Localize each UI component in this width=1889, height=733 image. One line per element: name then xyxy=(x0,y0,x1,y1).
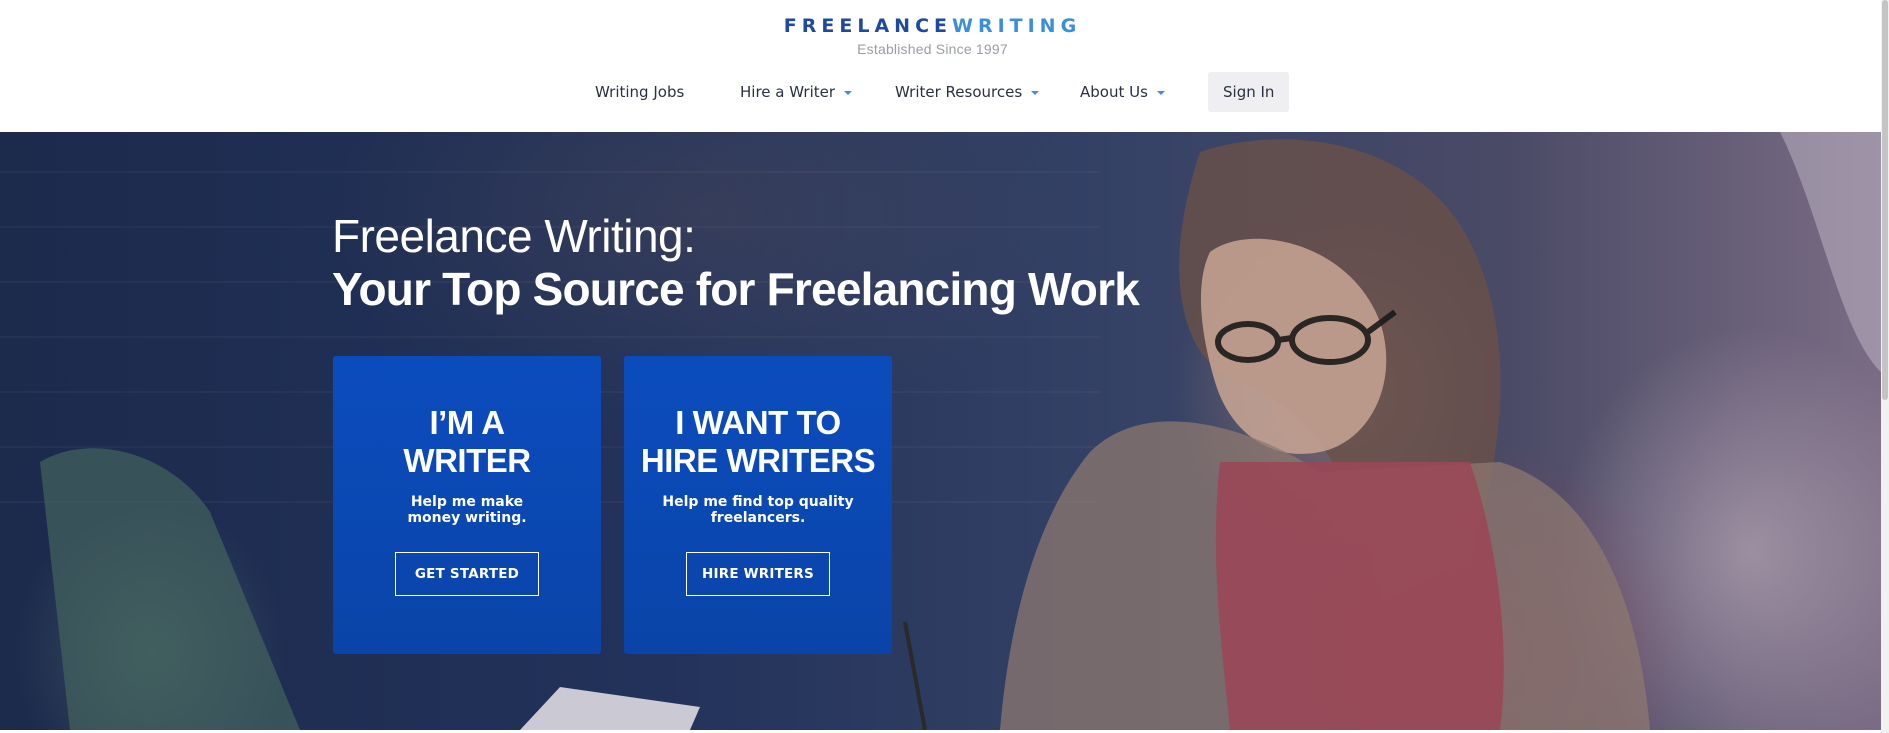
writer-card-subtitle-line2: money writing. xyxy=(407,510,527,526)
page-scrollbar[interactable] xyxy=(1881,0,1889,733)
writer-card[interactable]: I’M A WRITER Help me make money writing.… xyxy=(333,356,601,654)
nav-item-label: Hire a Writer xyxy=(740,83,836,101)
writer-card-title: I’M A WRITER xyxy=(333,404,601,480)
get-started-button[interactable]: GET STARTED xyxy=(395,552,539,596)
logo-wordmark[interactable]: FREELANCEWRITING xyxy=(0,14,1865,38)
scrollbar-thumb[interactable] xyxy=(1882,0,1888,400)
nav-item-label: Writing Jobs xyxy=(595,83,685,101)
site-header: FREELANCEWRITING Established Since 1997 … xyxy=(0,0,1889,132)
nav-item-label: Writer Resources xyxy=(895,83,1023,101)
hire-card-subtitle: Help me find top quality freelancers. xyxy=(658,494,858,526)
hire-card[interactable]: I WANT TO HIRE WRITERS Help me find top … xyxy=(624,356,892,654)
writer-card-title-line2: WRITER xyxy=(403,442,531,479)
nav-item-label: About Us xyxy=(1080,83,1148,101)
hero-title-line2: Your Top Source for Freelancing Work xyxy=(332,263,1140,315)
main-nav: Writing Jobs Hire a Writer Writer Resour… xyxy=(0,72,1889,112)
hire-card-title-line2: HIRE WRITERS xyxy=(640,442,876,479)
hire-card-title: I WANT TO HIRE WRITERS xyxy=(624,404,892,480)
writer-card-title-line1: I’M A xyxy=(429,404,505,441)
caret-down-icon xyxy=(1156,91,1165,95)
logo-word-writing: WRITING xyxy=(952,15,1082,37)
hero-heading: Freelance Writing: Your Top Source for F… xyxy=(332,210,1140,316)
logo-word-freelance: FREELANCE xyxy=(783,15,952,37)
hero-section: Freelance Writing: Your Top Source for F… xyxy=(0,132,1881,730)
hire-writers-button[interactable]: HIRE WRITERS xyxy=(686,552,830,596)
caret-down-icon xyxy=(844,91,853,95)
hire-card-subtitle-line1: Help me find top quality xyxy=(662,494,854,510)
hire-card-subtitle-line2: freelancers. xyxy=(710,510,806,526)
nav-item-hire-a-writer[interactable]: Hire a Writer xyxy=(740,72,853,112)
hire-card-title-line1: I WANT TO xyxy=(675,404,841,441)
hero-title-line1: Freelance Writing: xyxy=(332,210,696,262)
caret-down-icon xyxy=(1031,91,1040,95)
writer-card-subtitle: Help me make money writing. xyxy=(367,494,567,526)
nav-item-about-us[interactable]: About Us xyxy=(1080,72,1165,112)
sign-in-label: Sign In xyxy=(1223,83,1275,101)
nav-item-writing-jobs[interactable]: Writing Jobs xyxy=(595,72,684,112)
logo-tagline: Established Since 1997 xyxy=(857,41,1008,57)
writer-card-subtitle-line1: Help me make xyxy=(410,494,524,510)
site-logo[interactable]: FREELANCEWRITING Established Since 1997 xyxy=(0,14,1865,57)
sign-in-button[interactable]: Sign In xyxy=(1208,72,1290,112)
nav-item-writer-resources[interactable]: Writer Resources xyxy=(895,72,1040,112)
